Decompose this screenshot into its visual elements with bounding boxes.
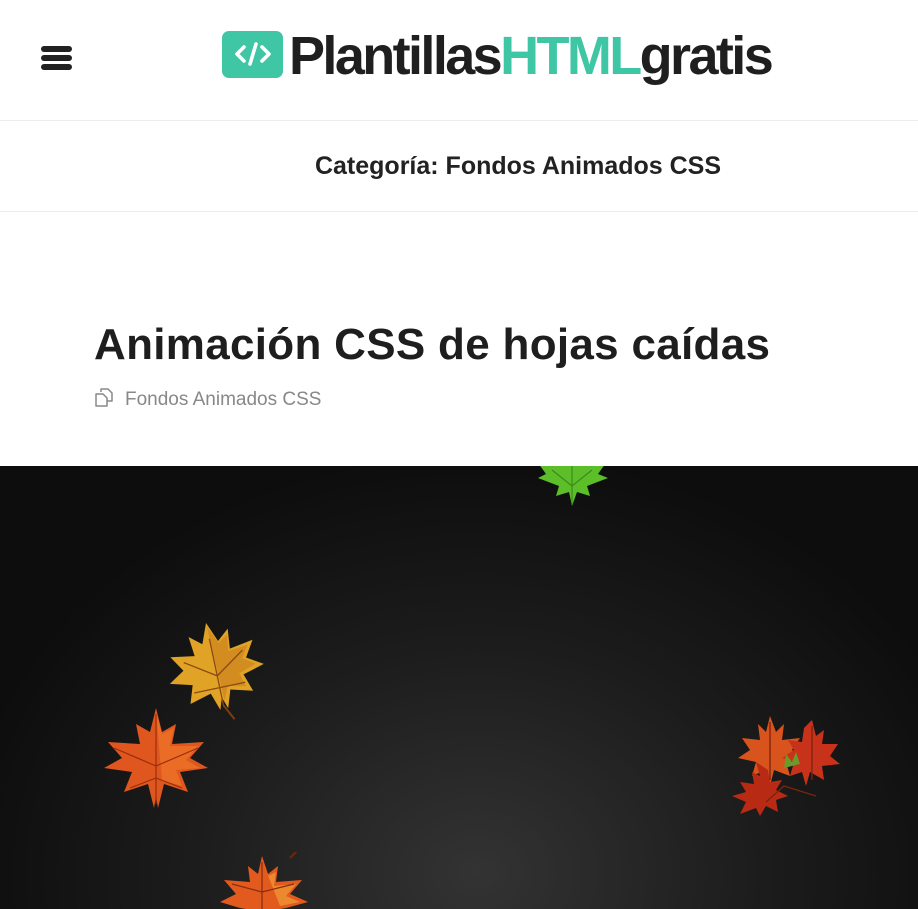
site-logo[interactable]: PlantillasHTMLgratis bbox=[222, 26, 774, 90]
post-title[interactable]: Animación CSS de hojas caídas bbox=[94, 320, 770, 370]
logo-text-html: HTML bbox=[500, 26, 642, 86]
menu-line bbox=[41, 64, 72, 70]
green-maple-leaf bbox=[538, 466, 608, 506]
post-category-link[interactable]: Fondos Animados CSS bbox=[125, 389, 321, 411]
logo-text-plantillas: Plantillas bbox=[289, 26, 503, 86]
logo-text-gratis: gratis bbox=[639, 26, 774, 86]
hamburger-menu-icon[interactable] bbox=[41, 46, 73, 74]
code-icon bbox=[222, 30, 283, 78]
menu-line bbox=[41, 46, 72, 52]
red-maple-leaves-cluster bbox=[732, 716, 840, 816]
category-title: Categoría: Fondos Animados CSS bbox=[314, 151, 722, 180]
copy-icon bbox=[94, 387, 116, 412]
orange-maple-leaf bbox=[220, 852, 308, 909]
red-maple-leaf bbox=[104, 708, 208, 808]
logo-wordmark: PlantillasHTMLgratis bbox=[289, 26, 774, 86]
hero-animation-preview bbox=[0, 466, 918, 909]
site-header: PlantillasHTMLgratis bbox=[0, 0, 918, 121]
category-bar: Categoría: Fondos Animados CSS bbox=[0, 121, 918, 212]
menu-line bbox=[41, 55, 72, 61]
post-meta: Fondos Animados CSS bbox=[94, 387, 321, 412]
